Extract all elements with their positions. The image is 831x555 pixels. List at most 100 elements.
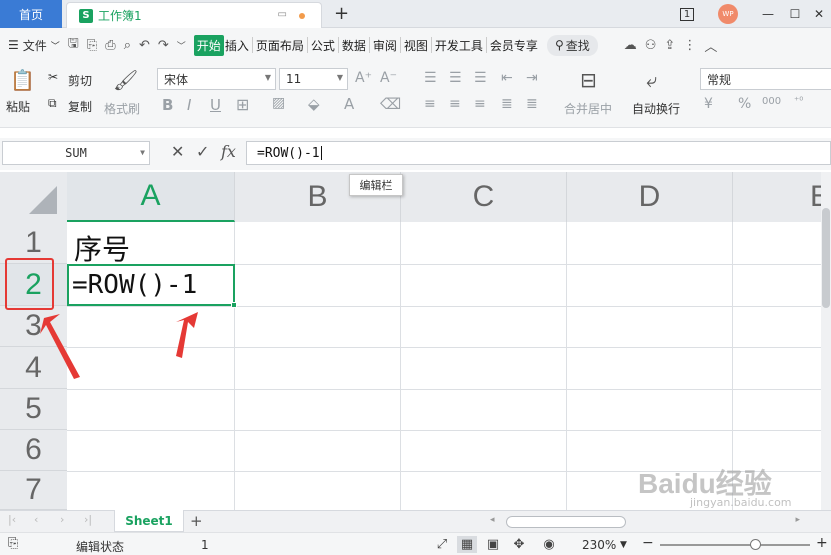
tab-formulas[interactable]: 公式 [310, 37, 336, 54]
next-sheet-icon[interactable]: › [60, 513, 64, 526]
merge-center-button[interactable]: 合并居中 [564, 100, 612, 117]
copy-icon[interactable]: ⧉ [48, 96, 57, 111]
prev-sheet-icon[interactable]: ‹ [34, 513, 38, 526]
more-icon[interactable]: ⋮ [683, 38, 696, 53]
font-grow-icon[interactable]: A⁺ [355, 70, 372, 86]
normal-view-icon[interactable]: ▦ [457, 536, 477, 553]
tab-insert[interactable]: 插入 [224, 37, 250, 54]
align-top-icon[interactable]: ☰ [424, 70, 437, 86]
scroll-left-icon[interactable]: ◂ [490, 515, 495, 525]
save-icon[interactable]: 🖫 [68, 34, 79, 56]
border-icon[interactable]: ⊞ [236, 95, 249, 114]
paste-button[interactable]: 粘贴 [6, 98, 30, 115]
monitor-icon[interactable]: ▭ [278, 9, 287, 20]
font-color-icon[interactable]: A [344, 95, 354, 113]
cancel-icon[interactable]: ✕ [171, 142, 184, 161]
maximize-icon[interactable]: ☐ [784, 0, 806, 28]
fill-color-icon[interactable]: ⬙ [308, 95, 320, 113]
share-user-icon[interactable]: ⚇ [645, 38, 657, 53]
tab-start[interactable]: 开始 [193, 34, 224, 56]
paste-icon[interactable]: 📋 [10, 68, 35, 92]
percent-button[interactable]: % [738, 96, 751, 112]
format-painter-icon[interactable]: 🖌 [113, 68, 138, 92]
cloud-icon[interactable]: ☁ [624, 38, 637, 53]
currency-button[interactable]: ¥ [704, 96, 713, 112]
merge-icon[interactable]: ⊟ [580, 68, 597, 92]
bold-icon[interactable]: B [162, 96, 173, 114]
name-box[interactable]: SUM ▼ [2, 141, 150, 165]
last-sheet-icon[interactable]: ›| [84, 513, 92, 526]
tab-home[interactable]: 首页 [0, 0, 62, 28]
chevron-down-icon[interactable]: ﹀ [177, 39, 186, 52]
align-left-icon[interactable]: ≡ [424, 96, 436, 112]
align-center-icon[interactable]: ≡ [449, 96, 461, 112]
collapse-ribbon-icon[interactable]: ︿ [704, 36, 717, 55]
cut-icon[interactable]: ✂ [48, 70, 58, 84]
font-size-select[interactable]: 11 ▼ [279, 68, 348, 90]
undo-icon[interactable]: ↶ [139, 38, 150, 53]
scroll-thumb[interactable] [822, 208, 830, 308]
number-format-select[interactable]: 常规 [700, 68, 831, 90]
indent-decrease-icon[interactable]: ⇤ [501, 70, 513, 86]
clear-format-icon[interactable]: ⌫ [380, 95, 401, 113]
add-sheet-button[interactable]: + [190, 512, 203, 530]
print-preview-icon[interactable]: ⌕ [124, 38, 131, 53]
wrap-text-button[interactable]: 自动换行 [632, 100, 680, 117]
new-tab-button[interactable]: + [334, 3, 349, 24]
macro-icon[interactable]: ⎘ [8, 536, 18, 551]
scroll-right-icon[interactable]: ▸ [795, 515, 800, 525]
wrap-text-icon[interactable]: ⤶ [646, 68, 657, 92]
indent-increase-icon[interactable]: ⇥ [526, 70, 538, 86]
eye-protection-icon[interactable]: ◉ [539, 536, 559, 553]
close-icon[interactable]: ✕ [808, 0, 830, 28]
thousands-icon[interactable]: 000 [762, 96, 781, 107]
italic-icon[interactable]: I [187, 96, 191, 114]
first-sheet-icon[interactable]: |‹ [8, 513, 16, 526]
minimize-icon[interactable]: — [757, 0, 779, 28]
tab-review[interactable]: 审阅 [372, 37, 398, 54]
confirm-icon[interactable]: ✓ [196, 142, 209, 161]
file-menu[interactable]: ☰ 文件 ﹀ [8, 37, 60, 54]
sheet-tab-sheet1[interactable]: Sheet1 [114, 510, 184, 532]
format-painter-button[interactable]: 格式刷 [104, 100, 140, 117]
align-right-icon[interactable]: ≡ [474, 96, 486, 112]
tab-data[interactable]: 数据 [341, 37, 367, 54]
chevron-down-icon[interactable]: ▼ [620, 540, 627, 550]
zoom-out-icon[interactable]: − [642, 535, 654, 551]
print-icon[interactable]: ⎙ [105, 38, 115, 53]
vertical-scrollbar[interactable] [821, 172, 831, 510]
horizontal-scrollbar[interactable]: ◂ ▸ [490, 515, 800, 529]
insert-function-button[interactable]: fx [221, 142, 236, 161]
avatar[interactable]: WP [717, 0, 739, 28]
align-middle-icon[interactable]: ☰ [449, 70, 462, 86]
tab-page-layout[interactable]: 页面布局 [255, 37, 305, 54]
tab-document[interactable]: S 工作簿1 ▭ [66, 2, 322, 28]
export-icon[interactable]: ⎘ [87, 38, 97, 53]
justify-icon[interactable]: ≣ [501, 96, 513, 112]
tab-member[interactable]: 会员专享 [489, 37, 539, 54]
zoom-slider-knob[interactable] [750, 539, 761, 550]
tab-developer[interactable]: 开发工具 [434, 37, 484, 54]
window-count-badge[interactable]: 1 [677, 0, 697, 28]
page-layout-view-icon[interactable]: ▣ [483, 536, 503, 553]
tab-view[interactable]: 视图 [403, 37, 429, 54]
copy-button[interactable]: 复制 [68, 98, 92, 115]
zoom-in-icon[interactable]: + [816, 535, 828, 551]
search-button[interactable]: ⚲ 查找 [546, 34, 598, 56]
distributed-icon[interactable]: ≣ [526, 96, 538, 112]
page-break-view-icon[interactable]: ✥ [509, 536, 529, 553]
font-shrink-icon[interactable]: A⁻ [380, 70, 397, 86]
zoom-slider[interactable] [660, 544, 810, 546]
zoom-level[interactable]: 230% [582, 538, 616, 552]
fullscreen-icon[interactable]: ⤢ [432, 536, 452, 553]
decimal-increase-icon[interactable]: ⁺⁰ [794, 96, 803, 107]
scroll-thumb[interactable] [506, 516, 626, 528]
fill-pattern-icon[interactable]: ▨ [272, 95, 285, 111]
formula-input[interactable]: =ROW()-1 [246, 141, 831, 165]
share-icon[interactable]: ⇪ [664, 38, 675, 53]
align-bottom-icon[interactable]: ☰ [474, 70, 487, 86]
redo-icon[interactable]: ↷ [158, 38, 169, 53]
underline-icon[interactable]: U [210, 96, 221, 114]
font-name-select[interactable]: 宋体 ▼ [157, 68, 276, 90]
cut-button[interactable]: 剪切 [68, 72, 92, 89]
